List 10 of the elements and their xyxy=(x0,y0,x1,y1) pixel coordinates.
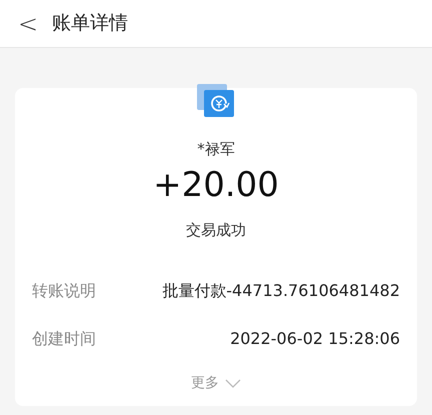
detail-label: 转账说明 xyxy=(32,280,96,302)
detail-label: 创建时间 xyxy=(32,328,96,350)
detail-value: 批量付款-44713.76106481482 xyxy=(162,280,400,302)
amount: +20.00 xyxy=(153,164,279,206)
back-button[interactable]: < xyxy=(18,12,38,36)
page-title: 账单详情 xyxy=(52,11,128,36)
payer-name: *禄军 xyxy=(197,139,235,160)
chevron-down-icon xyxy=(225,379,241,388)
status-text: 交易成功 xyxy=(186,220,246,240)
detail-value: 2022-06-02 15:28:06 xyxy=(230,328,400,350)
